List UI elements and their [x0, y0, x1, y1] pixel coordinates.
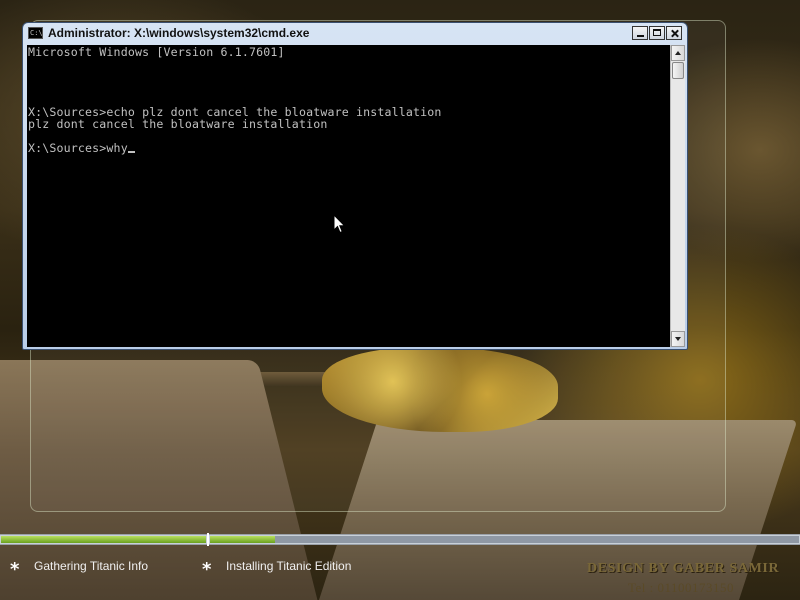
console-prompt-line[interactable]: X:\Sources>why: [28, 142, 135, 154]
title-bar[interactable]: C:\ Administrator: X:\windows\system32\c…: [23, 23, 687, 45]
scroll-down-button[interactable]: [671, 331, 685, 347]
design-credit: DESIGN BY GABER SAMIR: [587, 561, 780, 576]
console-prompt-text: X:\Sources>why: [28, 141, 128, 155]
console-output[interactable]: Microsoft Windows [Version 6.1.7601] X:\…: [27, 45, 670, 347]
cmd-icon[interactable]: C:\: [28, 27, 43, 39]
progress-fill-gathering: [1, 536, 206, 543]
design-credit-tel: Tel : 01100173150: [628, 580, 735, 595]
minimize-button[interactable]: [632, 26, 648, 40]
maximize-button[interactable]: [649, 26, 665, 40]
mouse-pointer-icon: [333, 214, 346, 234]
step-label-gathering: Gathering Titanic Info: [34, 559, 149, 573]
console-line: plz dont cancel the bloatware installati…: [28, 117, 328, 131]
progress-bar-gathering: [0, 535, 207, 544]
close-button[interactable]: [666, 26, 682, 40]
cmd-window[interactable]: C:\ Administrator: X:\windows\system32\c…: [22, 22, 688, 350]
progress-fill-installing: [210, 536, 275, 543]
window-title: Administrator: X:\windows\system32\cmd.e…: [48, 26, 310, 40]
window-controls: [631, 26, 682, 40]
setup-step-installing: * Installing Titanic Edition: [202, 557, 351, 579]
step-label-installing: Installing Titanic Edition: [226, 559, 352, 573]
vertical-scrollbar[interactable]: [670, 45, 685, 347]
console-line: Microsoft Windows [Version 6.1.7601]: [28, 45, 285, 59]
asterisk-icon: *: [10, 559, 20, 580]
scroll-thumb[interactable]: [672, 62, 684, 79]
progress-bar-installing: [209, 535, 800, 544]
setup-step-gathering: * Gathering Titanic Info: [10, 557, 148, 579]
text-cursor: [127, 151, 135, 153]
asterisk-icon: *: [202, 559, 212, 580]
scroll-up-button[interactable]: [671, 45, 685, 61]
